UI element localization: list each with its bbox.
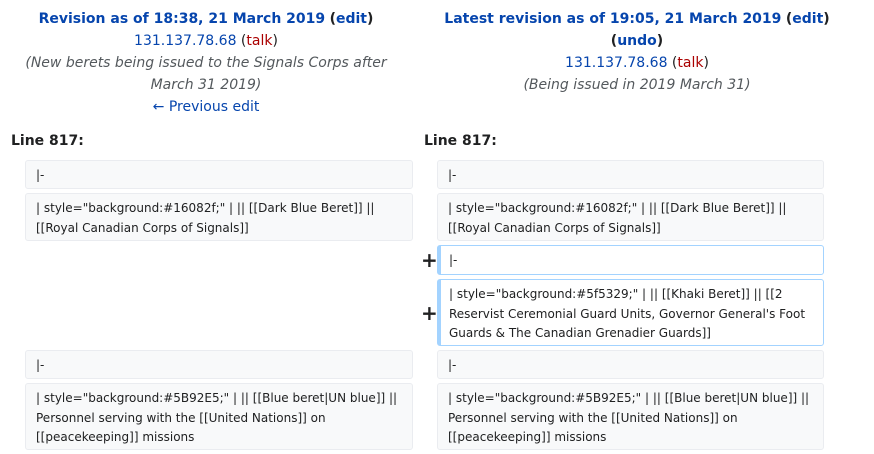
- new-context-line: |-: [437, 160, 824, 189]
- old-talk-link[interactable]: talk: [246, 33, 272, 49]
- added-line-marker: +: [421, 301, 438, 325]
- old-edit-link[interactable]: edit: [336, 11, 367, 27]
- old-line-number: Line 817:: [11, 133, 84, 149]
- old-revision-link[interactable]: Revision as of 18:38, 21 March 2019: [39, 11, 326, 27]
- old-context-line: | style="background:#5B92E5;" | || [[Blu…: [25, 383, 413, 450]
- old-context-line: |-: [25, 350, 413, 379]
- old-revision-header: Revision as of 18:38, 21 March 2019 (edi…: [0, 8, 412, 118]
- new-talk-link[interactable]: talk: [677, 55, 703, 71]
- old-revision-title: Revision as of 18:38, 21 March 2019 (edi…: [38, 11, 374, 27]
- undo-link[interactable]: undo: [617, 33, 657, 49]
- new-revision-link[interactable]: Latest revision as of 19:05, 21 March 20…: [444, 11, 781, 27]
- new-context-line: |-: [437, 350, 824, 379]
- old-user-link[interactable]: 131.137.78.68: [134, 33, 236, 49]
- added-line: | style="background:#5f5329;" | || [[Kha…: [437, 279, 824, 346]
- new-line-number: Line 817:: [424, 133, 497, 149]
- new-user-link[interactable]: 131.137.78.68: [565, 55, 667, 71]
- previous-edit-link[interactable]: ← Previous edit: [153, 99, 260, 115]
- added-line-marker: +: [421, 248, 438, 272]
- new-context-line: | style="background:#16082f;" | || [[Dar…: [437, 193, 824, 241]
- old-edit-summary: (New berets being issued to the Signals …: [25, 55, 387, 93]
- old-context-line: |-: [25, 160, 413, 189]
- new-revision-title: Latest revision as of 19:05, 21 March 20…: [444, 11, 830, 27]
- new-edit-link[interactable]: edit: [792, 11, 823, 27]
- new-edit-summary: (Being issued in 2019 March 31): [523, 77, 751, 93]
- old-revision-user: 131.137.78.68 (talk): [134, 33, 278, 49]
- old-context-line: | style="background:#16082f;" | || [[Dar…: [25, 193, 413, 241]
- new-revision-user: 131.137.78.68 (talk): [565, 55, 709, 71]
- new-context-line: | style="background:#5B92E5;" | || [[Blu…: [437, 383, 824, 450]
- added-line: |-: [437, 245, 824, 275]
- new-revision-header: Latest revision as of 19:05, 21 March 20…: [412, 8, 862, 96]
